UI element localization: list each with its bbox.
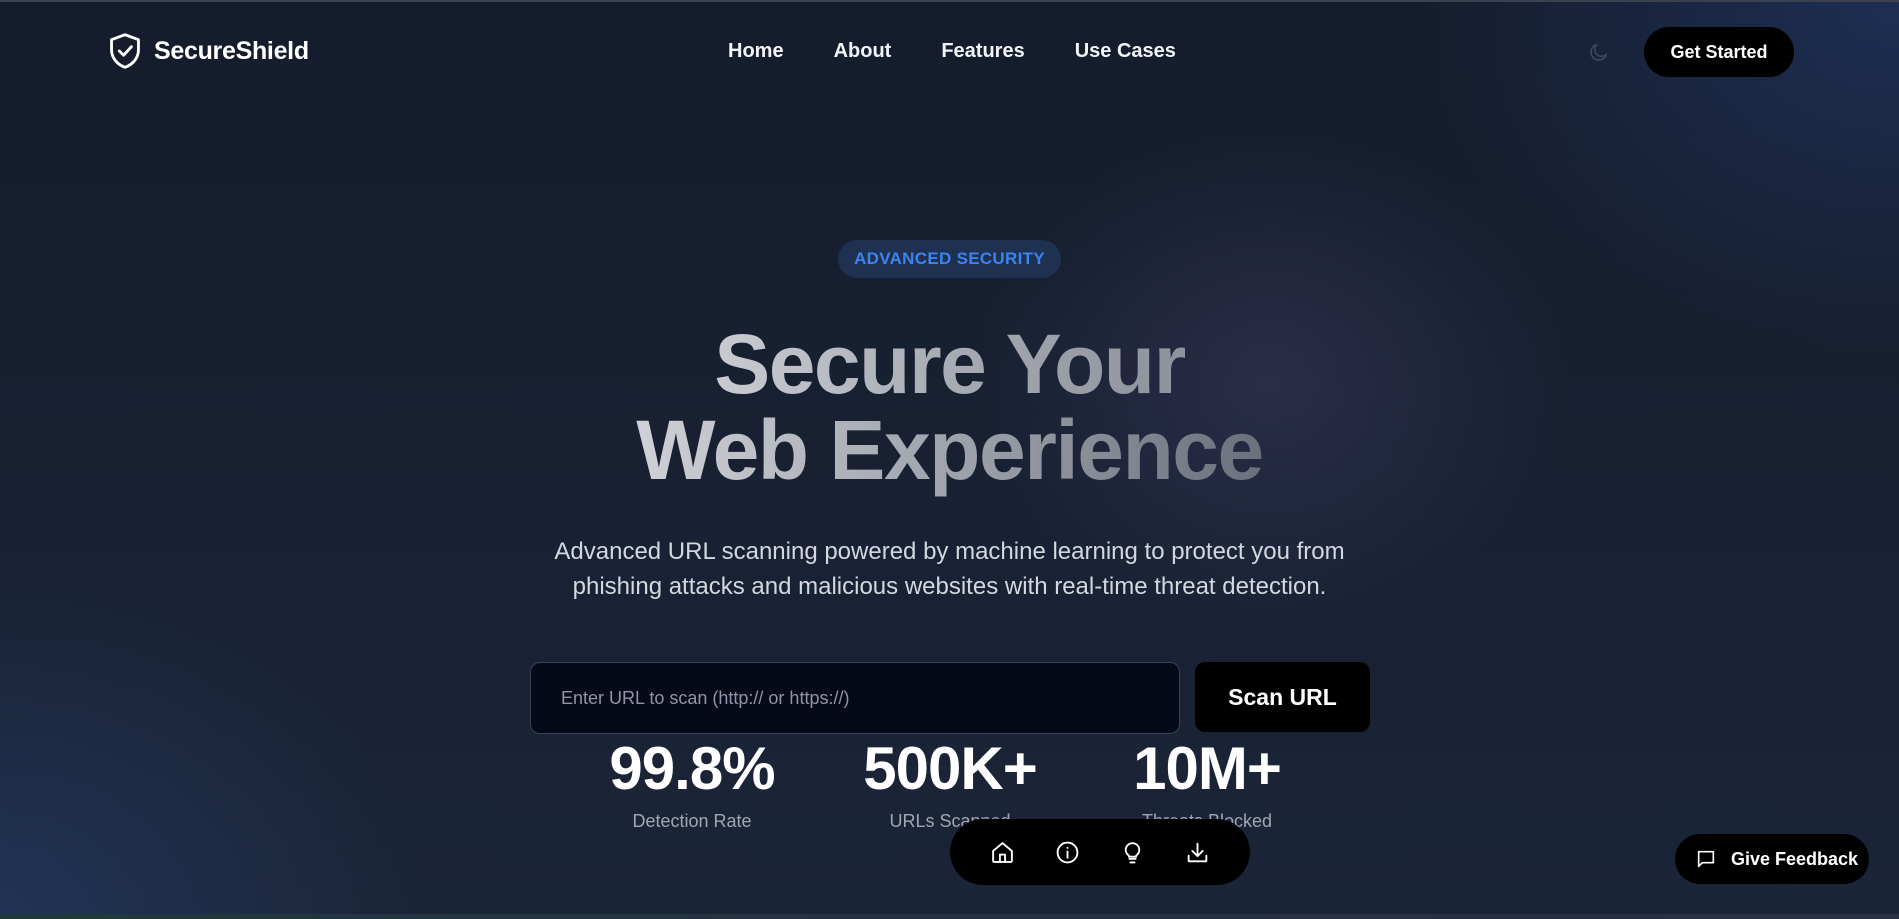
download-icon[interactable] [1185,840,1210,865]
lightbulb-icon[interactable] [1120,840,1145,865]
get-started-button[interactable]: Get Started [1644,27,1794,77]
window-bottom-border [0,914,1899,919]
message-square-icon [1697,850,1715,868]
moon-icon[interactable] [1588,41,1610,63]
hero-title-text-2: Web Experience [636,403,1264,497]
give-feedback-button[interactable]: Give Feedback [1675,834,1869,884]
stat-value: 99.8% [609,735,775,802]
stat-detection-rate: 99.8% Detection Rate [592,739,792,832]
hero-subtitle-line-2: phishing attacks and malicious websites … [572,573,1327,600]
main-menu: Home About Features Use Cases [728,40,1176,63]
nav-link-use-cases[interactable]: Use Cases [1075,40,1176,63]
advanced-security-badge: ADVANCED SECURITY [838,240,1061,278]
url-scan-input[interactable] [530,662,1180,734]
stat-value: 500K+ [863,735,1037,802]
scan-url-button[interactable]: Scan URL [1195,662,1370,732]
hero-subtitle-line-1: Advanced URL scanning powered by machine… [554,538,1345,565]
give-feedback-label: Give Feedback [1731,848,1859,869]
hero-title-line-2: Web Experience [0,408,1899,492]
stat-label: Detection Rate [632,811,752,831]
shield-check-icon [110,33,140,69]
nav-link-home[interactable]: Home [728,40,784,63]
brand-logo[interactable]: SecureShield [108,32,309,70]
bottom-dock [950,819,1250,885]
top-navbar: SecureShield Home About Features Use Cas… [0,0,1899,106]
stat-value: 10M+ [1133,735,1282,802]
info-icon[interactable] [1055,840,1080,865]
brand-name: SecureShield [154,36,309,65]
hero-title-line-1: Secure Your [0,322,1899,406]
nav-link-about[interactable]: About [834,40,892,63]
nav-link-features[interactable]: Features [941,40,1024,63]
hero-title-text-1: Secure Your [714,317,1186,411]
home-icon[interactable] [990,840,1015,865]
